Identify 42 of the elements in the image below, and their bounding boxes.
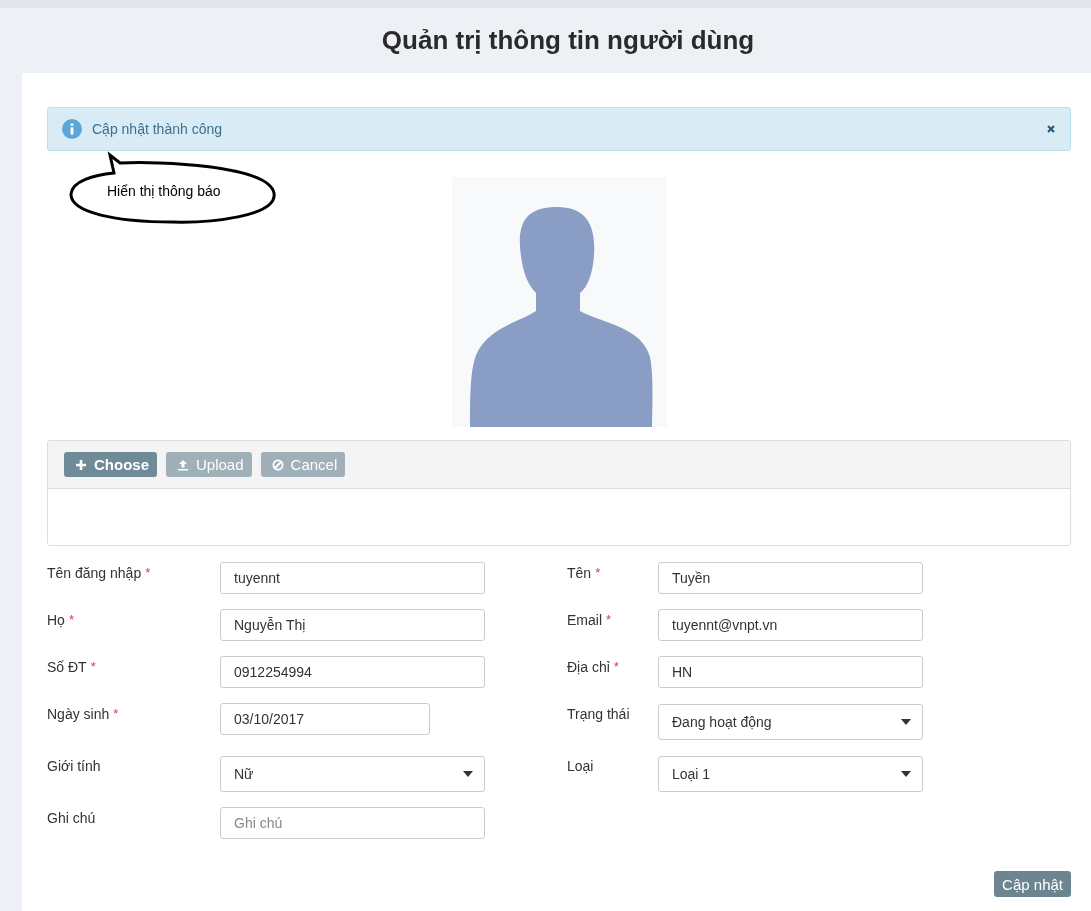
field-label: Email	[567, 612, 602, 628]
input-field[interactable]: HN	[658, 656, 923, 688]
update-button[interactable]: Cập nhật	[994, 871, 1071, 897]
required-mark: *	[613, 659, 619, 674]
caret-icon	[901, 771, 911, 777]
info-icon	[62, 119, 82, 139]
field-label: Loại	[567, 758, 594, 774]
field-label: Tên đăng nhập	[47, 565, 142, 581]
cancel-icon	[271, 458, 284, 471]
select-field[interactable]: Đang hoạt động	[658, 704, 923, 740]
field-label: Ghi chú	[47, 810, 96, 826]
field-label: Ngày sinh	[47, 706, 110, 722]
choose-button[interactable]: Choose	[64, 452, 157, 477]
field-label: Địa chỉ	[567, 659, 610, 675]
field-label: Số ĐT	[47, 659, 87, 675]
page-title: Quản trị thông tin người dùng	[380, 24, 756, 57]
input-field[interactable]: Tuyền	[658, 562, 923, 594]
alert-message: Cập nhật thành công	[92, 121, 223, 137]
required-mark: *	[606, 612, 612, 627]
plus-icon	[75, 458, 87, 471]
callout-text: Hiển thị thông báo	[107, 183, 221, 199]
upload-icon	[177, 458, 189, 471]
required-mark: *	[68, 612, 74, 627]
input-field[interactable]: tuyennt@vnpt.vn	[658, 609, 923, 641]
input-field[interactable]: tuyennt	[220, 562, 485, 594]
required-mark: *	[90, 659, 96, 674]
select-field[interactable]: Loại 1	[658, 756, 923, 792]
caret-icon	[463, 771, 473, 777]
date-field[interactable]: 03/10/2017	[220, 703, 430, 735]
select-field[interactable]: Nữ	[220, 756, 485, 792]
input-field[interactable]: 0912254994	[220, 656, 485, 688]
field-label: Họ	[47, 612, 65, 628]
field-label: Trạng thái	[567, 706, 630, 722]
input-field[interactable]: Nguyễn Thị	[220, 609, 485, 641]
required-mark: *	[145, 565, 151, 580]
field-label: Tên	[567, 565, 592, 581]
caret-icon	[901, 719, 911, 725]
field-label: Giới tính	[47, 758, 101, 774]
required-mark: *	[595, 565, 601, 580]
input-field[interactable]: Ghi chú	[220, 807, 485, 839]
close-icon[interactable]	[1046, 124, 1056, 134]
required-mark: *	[113, 706, 119, 721]
